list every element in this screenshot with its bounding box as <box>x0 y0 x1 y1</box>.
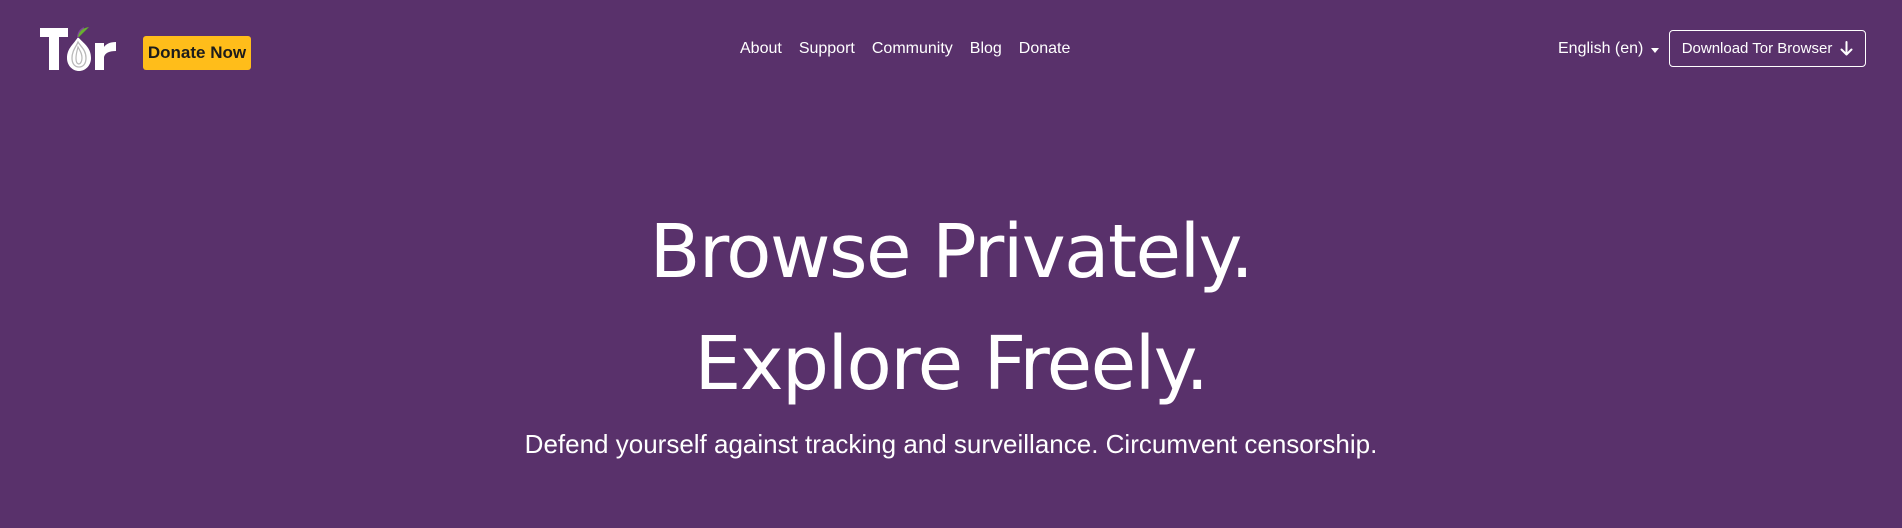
nav-support[interactable]: Support <box>799 36 855 62</box>
language-selector[interactable]: English (en) <box>1558 36 1660 62</box>
nav-about[interactable]: About <box>740 36 782 62</box>
hero-headline-browse: Browse Privately. <box>649 209 1254 295</box>
chevron-down-icon <box>1651 47 1660 53</box>
donate-now-button[interactable]: Donate Now <box>143 36 251 70</box>
hero-section: Browse Privately. Explore Freely. Defend… <box>0 196 1902 462</box>
download-label: Download Tor Browser <box>1681 40 1833 57</box>
main-nav: About Support Community Blog Donate <box>740 36 1070 62</box>
nav-community[interactable]: Community <box>872 36 953 62</box>
download-tor-browser-button[interactable]: Download Tor Browser <box>1669 30 1866 67</box>
hero-tagline: Defend yourself against tracking and sur… <box>524 429 1378 459</box>
site-header: Donate Now About Support Community Blog … <box>0 0 1902 100</box>
language-label: English (en) <box>1558 40 1644 57</box>
hero-headline-explore: Explore Freely. <box>694 321 1209 407</box>
nav-donate[interactable]: Donate <box>1019 36 1071 62</box>
nav-blog[interactable]: Blog <box>970 36 1002 62</box>
tor-onion-logo-icon <box>40 27 116 71</box>
tor-logo-link[interactable] <box>38 25 120 73</box>
arrow-down-icon <box>1840 41 1853 56</box>
